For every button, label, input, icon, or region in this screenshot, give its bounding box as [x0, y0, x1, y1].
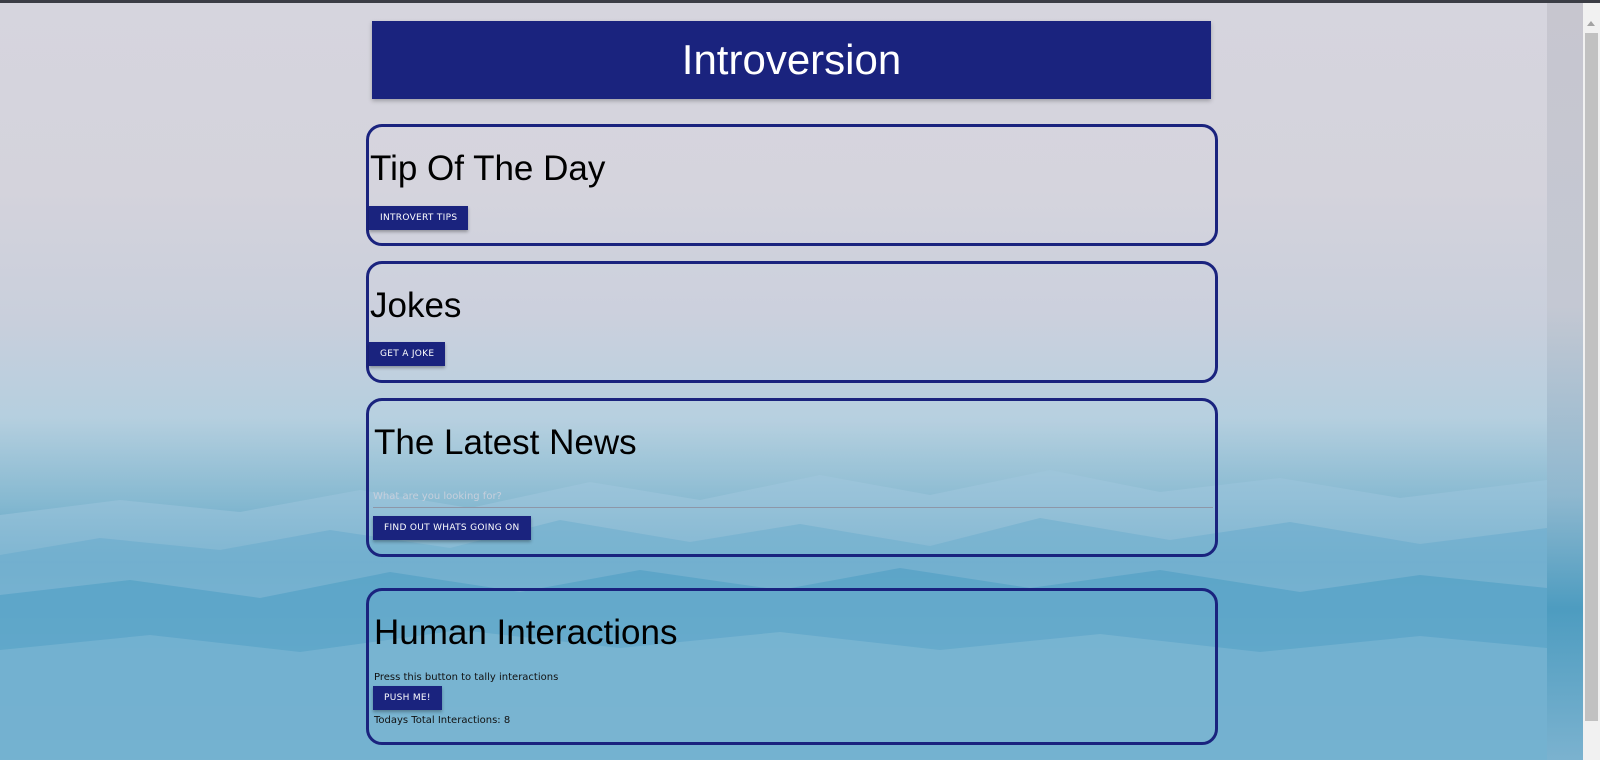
total-interactions-count: Todays Total Interactions: 8 — [374, 715, 511, 726]
interactions-card-title: Human Interactions — [374, 613, 678, 652]
page-edge-background — [1547, 3, 1583, 760]
jokes-card: Jokes GET A JOKE — [366, 261, 1218, 383]
push-me-button[interactable]: PUSH ME! — [373, 686, 442, 710]
get-a-joke-button[interactable]: GET A JOKE — [369, 342, 446, 366]
news-card-title: The Latest News — [374, 423, 637, 462]
tip-card-title: Tip Of The Day — [370, 149, 606, 188]
jokes-card-title: Jokes — [370, 286, 462, 325]
site-title: Introversion — [681, 36, 902, 83]
latest-news-card: The Latest News FIND OUT WHATS GOING ON — [366, 398, 1218, 557]
news-search-input[interactable] — [373, 486, 1213, 508]
introvert-tips-button[interactable]: INTROVERT TIPS — [369, 206, 469, 230]
scroll-up-icon[interactable] — [1587, 21, 1595, 26]
vertical-scrollbar[interactable] — [1583, 3, 1600, 760]
find-out-whats-going-on-button[interactable]: FIND OUT WHATS GOING ON — [373, 516, 531, 540]
human-interactions-card: Human Interactions Press this button to … — [366, 588, 1218, 745]
site-header: Introversion — [372, 21, 1211, 99]
interactions-instruction: Press this button to tally interactions — [374, 672, 559, 683]
scrollbar-thumb[interactable] — [1585, 33, 1598, 721]
browser-top-edge — [0, 0, 1600, 3]
tip-of-the-day-card: Tip Of The Day INTROVERT TIPS — [366, 124, 1218, 246]
